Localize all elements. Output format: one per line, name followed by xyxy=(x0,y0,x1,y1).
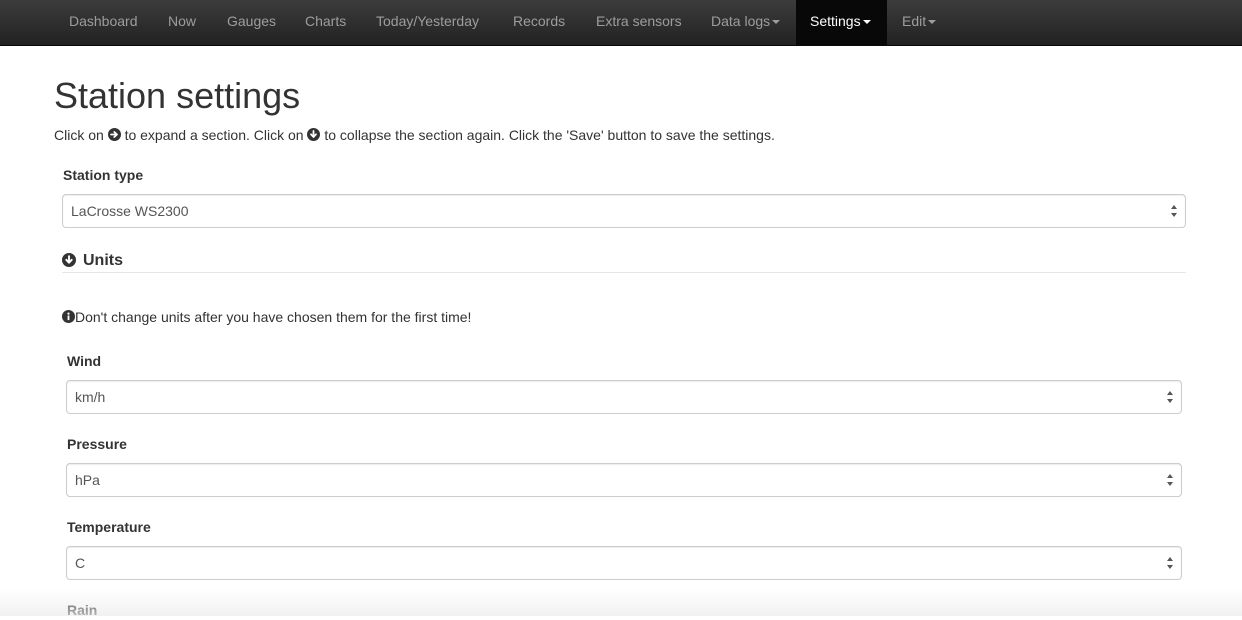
rain-label: Rain xyxy=(67,602,98,618)
circle-arrow-down-icon xyxy=(307,128,321,141)
nav-settings-dropdown[interactable]: Settings xyxy=(796,0,887,46)
nav-today-yesterday[interactable]: Today/Yesterday xyxy=(376,0,479,46)
temperature-label: Temperature xyxy=(67,519,151,535)
nav-data-logs-dropdown[interactable]: Data logs xyxy=(711,0,781,46)
circle-arrow-right-icon xyxy=(107,128,121,141)
caret-down-icon xyxy=(862,20,871,25)
intro-text: Click on to expand a section. Click on t… xyxy=(54,127,775,143)
units-section-header[interactable]: Units xyxy=(62,250,1186,273)
select-arrows-icon xyxy=(1167,557,1173,569)
top-navbar: Dashboard Now Gauges Charts Today/Yester… xyxy=(0,0,1242,46)
units-section-title: Units xyxy=(83,252,123,269)
nav-extra-sensors[interactable]: Extra sensors xyxy=(596,0,682,46)
wind-label: Wind xyxy=(67,353,102,369)
caret-down-icon xyxy=(772,20,781,25)
station-type-label: Station type xyxy=(63,167,144,183)
select-arrows-icon xyxy=(1167,391,1173,403)
info-sign-icon xyxy=(62,310,75,323)
nav-now[interactable]: Now xyxy=(168,0,196,46)
pressure-label: Pressure xyxy=(67,436,127,452)
nav-dashboard[interactable]: Dashboard xyxy=(69,0,138,46)
pressure-unit-select[interactable]: hPa xyxy=(66,463,1182,497)
circle-arrow-down-icon[interactable] xyxy=(62,253,76,267)
nav-charts[interactable]: Charts xyxy=(305,0,346,46)
station-type-select[interactable]: LaCrosse WS2300 xyxy=(62,194,1186,228)
select-arrows-icon xyxy=(1167,474,1173,486)
select-arrows-icon xyxy=(1171,205,1177,217)
wind-unit-select[interactable]: km/h xyxy=(66,380,1182,414)
nav-records[interactable]: Records xyxy=(513,0,565,46)
bottom-fade xyxy=(0,588,1242,616)
page-title: Station settings xyxy=(54,75,301,116)
nav-gauges[interactable]: Gauges xyxy=(227,0,276,46)
temperature-unit-select[interactable]: C xyxy=(66,546,1182,580)
nav-edit-dropdown[interactable]: Edit xyxy=(902,0,937,46)
caret-down-icon xyxy=(928,20,937,25)
units-warning: Don't change units after you have chosen… xyxy=(62,307,471,327)
